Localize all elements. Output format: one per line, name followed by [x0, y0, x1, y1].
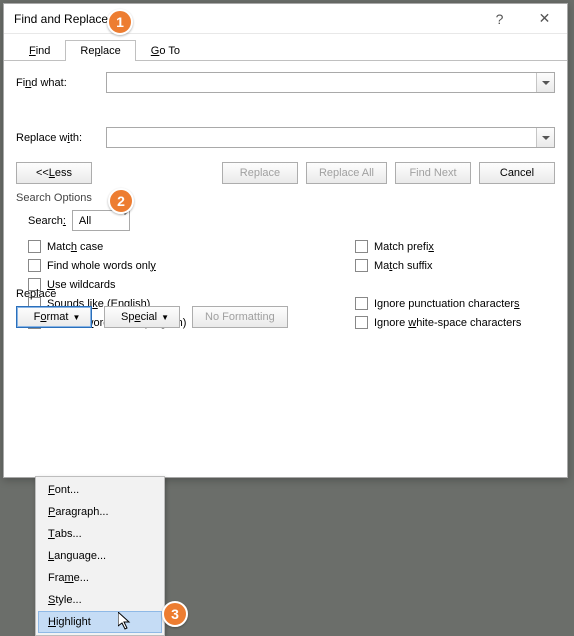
find-what-label: Find what: [16, 77, 106, 89]
callout-1: 1 [107, 9, 133, 35]
callout-2: 2 [108, 188, 134, 214]
menu-frame[interactable]: Frame... [38, 567, 162, 589]
close-button[interactable]: ✕ [522, 4, 567, 34]
match-prefix-checkbox[interactable]: Match prefix [355, 237, 555, 256]
tab-replace[interactable]: Replace [65, 40, 135, 60]
find-what-dropdown[interactable] [536, 73, 554, 92]
replace-button[interactable]: Replace [222, 162, 298, 184]
replace-all-button[interactable]: Replace All [306, 162, 387, 184]
chevron-down-icon [542, 81, 550, 85]
whole-words-checkbox[interactable]: Find whole words only [28, 256, 355, 275]
tab-find[interactable]: Find [14, 40, 65, 60]
match-case-checkbox[interactable]: Match case [28, 237, 355, 256]
find-what-input[interactable] [106, 72, 555, 93]
search-label: Search: [28, 215, 66, 227]
replace-footer-title: Replace [16, 288, 288, 300]
titlebar[interactable]: Find and Replace ? ✕ [4, 4, 567, 34]
find-what-field[interactable] [107, 73, 536, 92]
ignore-ws-checkbox[interactable]: Ignore white-space characters [355, 313, 555, 332]
menu-font[interactable]: Font... [38, 479, 162, 501]
help-button[interactable]: ? [477, 4, 522, 34]
menu-tabs[interactable]: Tabs... [38, 523, 162, 545]
search-direction-dropdown[interactable] [121, 215, 129, 227]
menu-style[interactable]: Style... [38, 589, 162, 611]
dropdown-arrow-icon: ▼ [161, 313, 169, 322]
cancel-button[interactable]: Cancel [479, 162, 555, 184]
tabs: Find Replace Go To [4, 34, 567, 60]
chevron-down-icon [542, 136, 550, 140]
menu-paragraph[interactable]: Paragraph... [38, 501, 162, 523]
menu-language[interactable]: Language... [38, 545, 162, 567]
match-suffix-checkbox[interactable]: Match suffix [355, 256, 555, 275]
tab-goto[interactable]: Go To [136, 40, 195, 60]
find-replace-dialog: Find and Replace ? ✕ Find Replace Go To … [3, 3, 568, 478]
ignore-punct-checkbox[interactable]: Ignore punctuation characters [355, 294, 555, 313]
format-button[interactable]: Format▼ [16, 306, 92, 328]
no-formatting-button[interactable]: No Formatting [192, 306, 288, 328]
replace-with-dropdown[interactable] [536, 128, 554, 147]
replace-with-input[interactable] [106, 127, 555, 148]
search-options-title: Search Options [16, 192, 555, 204]
less-button[interactable]: << Less [16, 162, 92, 184]
special-button[interactable]: Special▼ [104, 306, 180, 328]
menu-highlight[interactable]: Highlight [38, 611, 162, 633]
replace-with-label: Replace with: [16, 132, 106, 144]
find-next-button[interactable]: Find Next [395, 162, 471, 184]
replace-with-field[interactable] [107, 128, 536, 147]
panel-replace: Find what: Replace with: << Less Replace [4, 60, 567, 340]
dialog-title: Find and Replace [14, 12, 477, 26]
dropdown-arrow-icon: ▼ [72, 313, 80, 322]
format-menu: Font... Paragraph... Tabs... Language...… [35, 476, 165, 636]
cursor-icon [118, 612, 134, 632]
callout-3: 3 [162, 601, 188, 627]
